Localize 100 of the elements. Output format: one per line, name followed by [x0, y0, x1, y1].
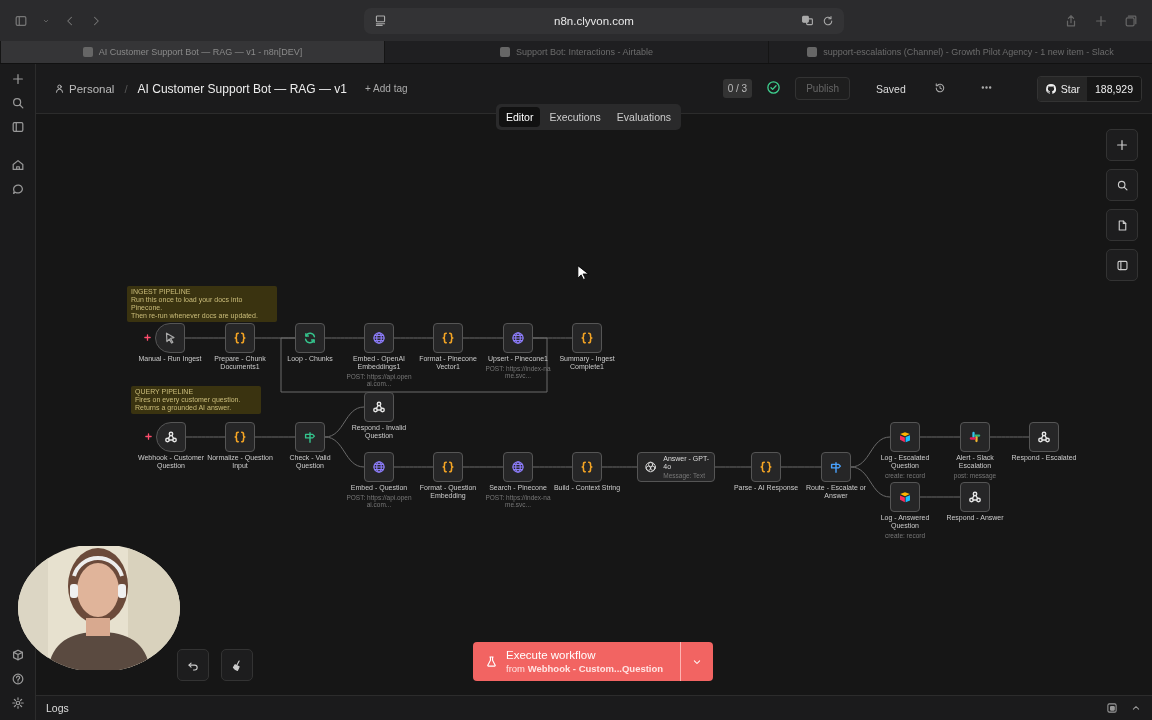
workflow-node[interactable] — [960, 482, 990, 512]
counter-badge: 0 / 3 — [722, 79, 753, 98]
flask-icon — [485, 655, 498, 668]
braces-icon — [233, 331, 247, 345]
connector-line — [919, 436, 961, 438]
favicon-icon — [82, 47, 93, 57]
github-icon — [1044, 82, 1057, 95]
trigger-mark-icon — [144, 334, 151, 341]
breadcrumb-link[interactable]: Personal — [69, 82, 115, 95]
add-tag-link[interactable]: + Add tag — [365, 83, 408, 94]
workflow-node[interactable] — [364, 452, 394, 482]
signpost-icon — [829, 460, 843, 474]
loop-icon — [303, 331, 317, 345]
workflow-node[interactable] — [890, 482, 920, 512]
connector-line — [393, 466, 434, 468]
view-tab[interactable]: Editor — [499, 107, 541, 127]
workflow-node[interactable] — [364, 392, 394, 422]
workflow-node[interactable] — [572, 452, 602, 482]
connector-line — [989, 436, 1030, 438]
webhook-icon — [968, 490, 982, 504]
view-tab[interactable]: Executions — [542, 107, 608, 127]
workflow-node[interactable] — [433, 323, 463, 353]
globe-icon — [372, 460, 386, 474]
cube-icon — [898, 430, 912, 444]
workflow-node[interactable] — [156, 422, 186, 452]
workflow-node[interactable] — [1029, 422, 1059, 452]
connector-line — [601, 466, 638, 468]
workflow-node[interactable] — [225, 323, 255, 353]
braces-icon — [759, 460, 773, 474]
braces-icon — [580, 460, 594, 474]
workflow-node[interactable] — [960, 422, 990, 452]
hash-icon — [968, 430, 982, 444]
document-button[interactable] — [1106, 209, 1138, 241]
workflow-node[interactable] — [503, 452, 533, 482]
workflow-node[interactable] — [155, 323, 185, 353]
workflow-node[interactable] — [890, 422, 920, 452]
help-icon[interactable] — [10, 672, 25, 686]
workflow-node[interactable] — [821, 452, 851, 482]
workflow-node[interactable] — [503, 323, 533, 353]
undo-button[interactable] — [177, 649, 209, 681]
new-item-icon[interactable] — [10, 72, 25, 86]
home-icon[interactable] — [10, 158, 25, 172]
workflow-node[interactable] — [295, 422, 325, 452]
braces-icon — [441, 460, 455, 474]
connector-line — [714, 466, 752, 468]
logs-label[interactable]: Logs — [46, 702, 69, 714]
panel-icon[interactable] — [10, 120, 25, 134]
add-node-button[interactable] — [1106, 129, 1138, 161]
sidebar-toggle-icon[interactable] — [14, 13, 28, 28]
workflow-title[interactable]: AI Customer Support Bot — RAG — v1 — [137, 81, 347, 96]
mouse-pointer-icon — [577, 265, 589, 281]
breadcrumb-separator: / — [124, 82, 128, 95]
webhook-icon — [164, 430, 178, 444]
workflow-node[interactable] — [364, 323, 394, 353]
webhook-icon — [372, 400, 386, 414]
connector-line — [919, 496, 961, 498]
share-icon[interactable] — [1064, 13, 1078, 28]
page-menu-icon[interactable] — [374, 14, 387, 27]
workflow-node[interactable] — [225, 422, 255, 452]
webhook-icon — [1037, 430, 1051, 444]
reload-icon[interactable] — [822, 14, 834, 27]
braces-icon — [441, 331, 455, 345]
favicon-icon — [499, 47, 510, 57]
star-count: 188,929 — [1087, 76, 1141, 101]
signpost-icon — [303, 430, 317, 444]
history-icon[interactable] — [933, 81, 946, 94]
settings-icon[interactable] — [10, 696, 25, 710]
connector-line — [532, 466, 573, 468]
browser-tab[interactable]: AI Customer Support Bot — RAG — v1 - n8n[DEV] — [0, 41, 384, 63]
trigger-mark-icon — [145, 433, 152, 440]
popout-icon[interactable] — [1106, 702, 1118, 714]
search-icon — [1115, 178, 1129, 192]
workflow-node[interactable] — [295, 323, 325, 353]
workflow-node[interactable] — [751, 452, 781, 482]
favicon-icon — [807, 47, 818, 57]
connector-line — [254, 436, 296, 438]
view-tab[interactable]: Evaluations — [609, 107, 679, 127]
workflow-node[interactable] — [433, 452, 463, 482]
star-widget[interactable]: Star 188,929 — [1036, 75, 1142, 102]
check-circle-icon — [766, 80, 782, 95]
globe-icon — [511, 331, 525, 345]
address-bar[interactable]: n8n.clyvon.com — [364, 7, 844, 34]
globe-icon — [511, 460, 525, 474]
workflow-node[interactable] — [572, 323, 602, 353]
braces-icon — [580, 331, 594, 345]
github-star-button[interactable]: Star — [1037, 76, 1088, 101]
braces-icon — [233, 430, 247, 444]
search-button[interactable] — [1106, 169, 1138, 201]
connector-line — [850, 436, 891, 468]
search-icon[interactable] — [10, 96, 25, 110]
cube-icon[interactable] — [10, 648, 25, 662]
connector-line — [185, 436, 226, 438]
chat-icon[interactable] — [10, 182, 25, 196]
knot-icon — [644, 460, 658, 474]
cursor-icon — [163, 331, 177, 345]
panel-button[interactable] — [1106, 249, 1138, 281]
translate-icon[interactable] — [801, 14, 814, 27]
person-icon — [54, 83, 65, 94]
panel-icon — [1115, 258, 1129, 272]
clear-button[interactable] — [221, 649, 253, 681]
